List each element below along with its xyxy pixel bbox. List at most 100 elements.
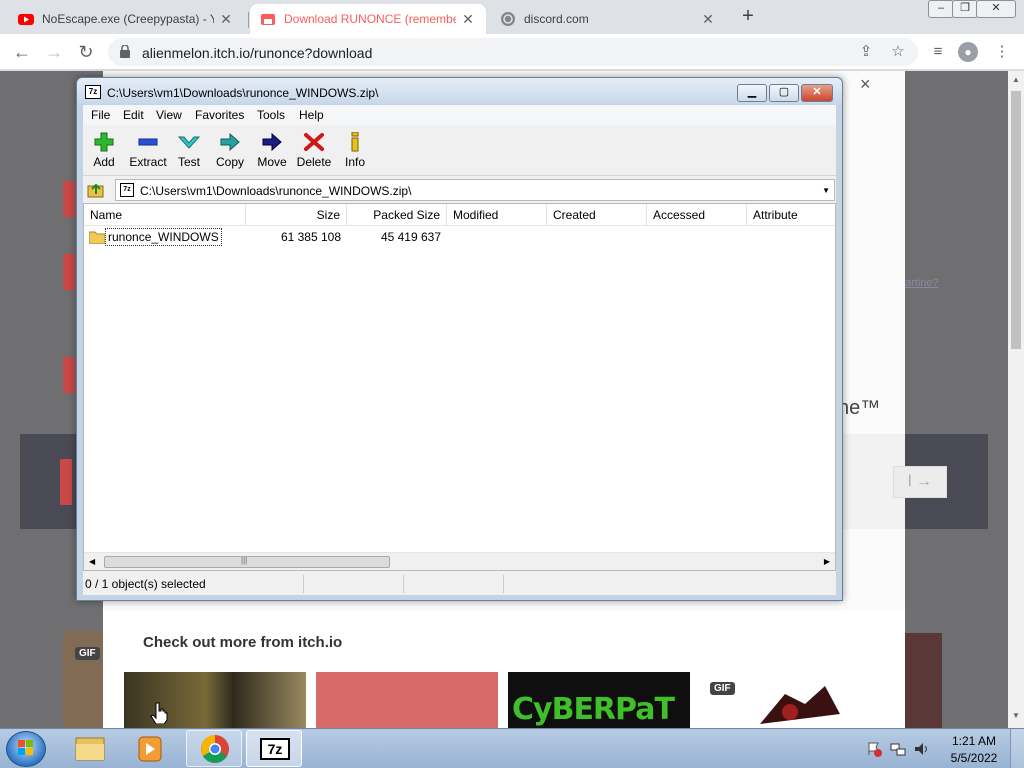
add-icon [94, 132, 114, 152]
action-center-icon[interactable] [866, 741, 882, 757]
tab-title: discord.com [524, 12, 589, 26]
file-name[interactable]: runonce_WINDOWS [105, 228, 222, 246]
taskbar-chrome[interactable] [186, 730, 242, 767]
media-control-icon[interactable]: ≡ [928, 42, 948, 62]
delete-icon [304, 133, 324, 151]
taskbar-explorer[interactable] [62, 730, 118, 767]
reload-icon[interactable]: ↻ [76, 42, 96, 62]
7zip-app-icon: 7z [85, 85, 101, 99]
scrollbar-thumb[interactable] [1011, 91, 1021, 349]
tab-title: NoEscape.exe (Creepypasta) - Yo [42, 12, 214, 26]
share-icon[interactable]: ⇪ [856, 42, 876, 62]
clock-date[interactable]: 5/5/2022 [948, 751, 1000, 765]
close-tab-icon[interactable]: ✕ [700, 11, 716, 27]
gif-badge: GIF [75, 647, 100, 660]
menu-edit[interactable]: Edit [123, 108, 144, 122]
file-size: 61 385 108 [280, 230, 341, 244]
close-button[interactable]: ✕ [801, 84, 833, 102]
column-packed-size[interactable]: Packed Size [347, 204, 447, 226]
forward-icon[interactable]: → [44, 42, 64, 62]
scroll-up-icon[interactable]: ▲ [1012, 75, 1020, 84]
url-text: alienmelon.itch.io/runonce?download [142, 45, 373, 61]
clock-time[interactable]: 1:21 AM [948, 734, 1000, 748]
horizontal-scrollbar[interactable]: ◀ ||| ▶ [84, 552, 835, 570]
folder-up-icon[interactable] [87, 181, 105, 199]
column-accessed[interactable]: Accessed [647, 204, 747, 226]
scroll-right-icon[interactable]: ▶ [824, 557, 830, 566]
scroll-down-icon[interactable]: ▼ [1012, 711, 1020, 720]
modal-close-icon[interactable]: × [860, 74, 871, 95]
start-button[interactable] [6, 731, 46, 767]
media-player-icon [138, 736, 162, 762]
game-thumbnail[interactable]: GIF [700, 672, 882, 728]
menu-bar: File Edit View Favorites Tools Help [83, 105, 836, 125]
column-name[interactable]: Name [84, 204, 246, 226]
window-client: File Edit View Favorites Tools Help Add … [83, 105, 836, 595]
folder-icon [75, 737, 105, 761]
column-modified[interactable]: Modified [447, 204, 547, 226]
taskbar-7zip[interactable]: 7z [246, 730, 302, 767]
copy-label: Copy [215, 155, 244, 169]
volume-icon[interactable] [914, 741, 930, 757]
menu-favorites[interactable]: Favorites [195, 108, 244, 122]
grip-icon: ||| [241, 556, 248, 565]
extract-button[interactable]: Extract [125, 128, 171, 174]
menu-kebab-icon[interactable]: ⋮ [992, 42, 1012, 62]
test-button[interactable]: Test [169, 128, 209, 174]
menu-file[interactable]: File [91, 108, 110, 122]
bookmark-star-icon[interactable]: ☆ [888, 42, 908, 62]
column-attributes[interactable]: Attribute [747, 204, 835, 226]
extract-icon [138, 138, 158, 146]
maximize-button[interactable]: ▢ [769, 84, 799, 102]
menu-tools[interactable]: Tools [257, 108, 285, 122]
tab-discord[interactable]: discord.com ✕ [490, 4, 726, 34]
new-tab-button[interactable]: + [738, 6, 758, 27]
menu-help[interactable]: Help [299, 108, 324, 122]
window-titlebar[interactable]: 7z C:\Users\vm1\Downloads\runonce_WINDOW… [77, 78, 842, 104]
game-thumbnail[interactable] [316, 672, 498, 728]
move-button[interactable]: Move [252, 128, 292, 174]
lock-icon [120, 45, 130, 58]
table-row[interactable]: runonce_WINDOWS 61 385 108 45 419 637 [84, 227, 835, 247]
back-icon[interactable]: ← [12, 42, 32, 62]
file-rows: runonce_WINDOWS 61 385 108 45 419 637 [84, 227, 835, 247]
7zip-window: 7z C:\Users\vm1\Downloads\runonce_WINDOW… [76, 77, 843, 601]
browser-tab-strip: NoEscape.exe (Creepypasta) - Yo ✕ Downlo… [0, 0, 1024, 34]
column-size[interactable]: Size [246, 204, 347, 226]
copy-button[interactable]: Copy [210, 128, 250, 174]
page-link[interactable]: artine? [905, 277, 939, 289]
network-icon[interactable] [890, 741, 906, 757]
side-accent [63, 357, 75, 393]
7zip-icon: 7z [260, 738, 290, 760]
minimize-button[interactable]: ▁ [737, 84, 767, 102]
file-list[interactable]: Name Size Packed Size Modified Created A… [83, 203, 836, 571]
profile-avatar-icon[interactable]: ● [958, 42, 978, 62]
address-bar[interactable]: alienmelon.itch.io/runonce?download [108, 38, 918, 66]
page-scrollbar[interactable]: ▲ ▼ [1008, 71, 1024, 728]
close-tab-icon[interactable]: ✕ [460, 11, 476, 27]
close-window-button[interactable]: ✕ [976, 0, 1016, 18]
column-created[interactable]: Created [547, 204, 647, 226]
close-tab-icon[interactable]: ✕ [218, 11, 234, 27]
tab-youtube[interactable]: NoEscape.exe (Creepypasta) - Yo ✕ [8, 4, 244, 34]
add-button[interactable]: Add [84, 128, 124, 174]
minimize-button[interactable]: – [928, 0, 954, 18]
delete-label: Delete [296, 155, 332, 169]
toolbar: Add Extract Test Copy Move Delete Info [83, 126, 836, 176]
windows-taskbar: 7z 1:21 AM 5/5/2022 [0, 728, 1024, 768]
delete-button[interactable]: Delete [294, 128, 334, 174]
maximize-button[interactable]: ❐ [952, 0, 978, 18]
game-thumbnail[interactable]: CyBERPaT [508, 672, 690, 728]
info-button[interactable]: Info [335, 128, 375, 174]
path-combobox[interactable]: 7z C:\Users\vm1\Downloads\runonce_WINDOW… [115, 179, 835, 201]
taskbar-media-player[interactable] [122, 730, 178, 767]
gif-badge: GIF [710, 682, 735, 695]
scroll-left-icon[interactable]: ◀ [89, 557, 95, 566]
info-label: Info [344, 155, 365, 169]
menu-view[interactable]: View [156, 108, 182, 122]
dropdown-arrow-icon[interactable]: ▼ [822, 186, 830, 195]
tab-runonce[interactable]: Download RUNONCE (remember ✕ [250, 4, 486, 34]
show-desktop-button[interactable] [1010, 729, 1024, 768]
continue-button[interactable]: l → [893, 466, 947, 498]
side-accent [60, 459, 72, 505]
